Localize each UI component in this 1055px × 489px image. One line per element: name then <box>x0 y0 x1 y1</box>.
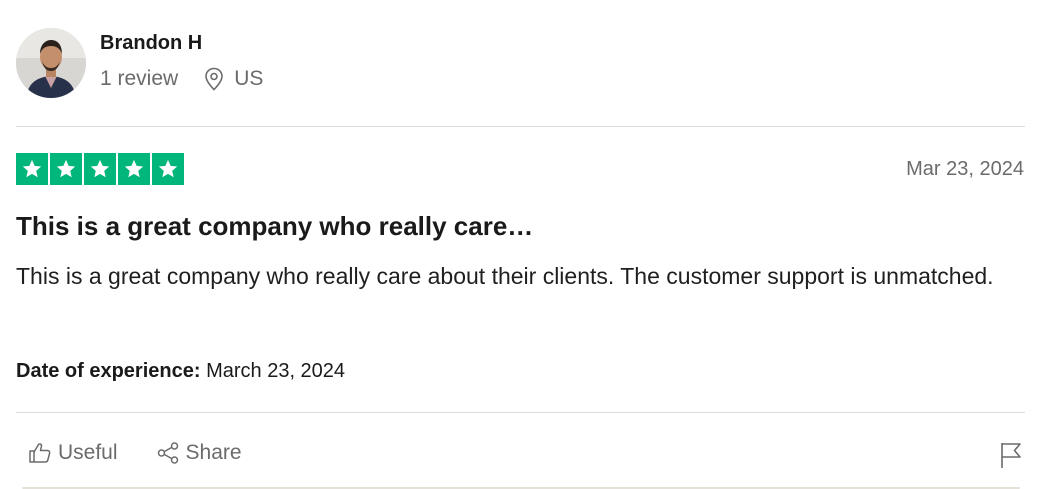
location-label: US <box>234 67 264 90</box>
reviewer-avatar[interactable] <box>16 28 86 98</box>
star-icon <box>118 153 150 185</box>
thumbs-up-icon <box>28 441 52 465</box>
reviewer-meta: 1 review US <box>100 67 263 91</box>
review-text: This is a great company who really care … <box>16 263 994 289</box>
header-divider <box>16 126 1025 127</box>
person-photo-avatar-icon <box>16 28 86 98</box>
review-card: Brandon H 1 review US Mar 23, 2024 This … <box>0 0 1055 489</box>
star-icon <box>50 153 82 185</box>
reviewer-info: Brandon H 1 review US <box>100 31 263 91</box>
reviewer-name[interactable]: Brandon H <box>100 31 263 55</box>
star-rating <box>16 153 186 185</box>
star-icon <box>16 153 48 185</box>
star-icon <box>84 153 116 185</box>
experience-label: Date of experience: <box>16 360 201 382</box>
report-button[interactable] <box>999 441 1023 474</box>
location-pin-icon <box>204 67 224 91</box>
experience-date: March 23, 2024 <box>206 360 346 382</box>
reviewer-header: Brandon H 1 review US <box>16 28 263 98</box>
share-button[interactable]: Share <box>156 441 242 465</box>
review-actions: Useful Share <box>28 441 242 465</box>
reviewer-location: US <box>204 67 263 91</box>
review-title[interactable]: This is a great company who really care… <box>16 211 533 242</box>
share-label: Share <box>185 441 242 464</box>
useful-button[interactable]: Useful <box>28 441 118 465</box>
date-of-experience: Date of experience: March 23, 2024 <box>16 360 345 383</box>
footer-divider <box>16 412 1025 413</box>
useful-label: Useful <box>58 441 118 464</box>
review-count: 1 review <box>100 67 179 90</box>
review-date: Mar 23, 2024 <box>906 158 1024 180</box>
share-icon <box>156 441 180 465</box>
flag-icon <box>999 441 1023 474</box>
star-icon <box>152 153 184 185</box>
